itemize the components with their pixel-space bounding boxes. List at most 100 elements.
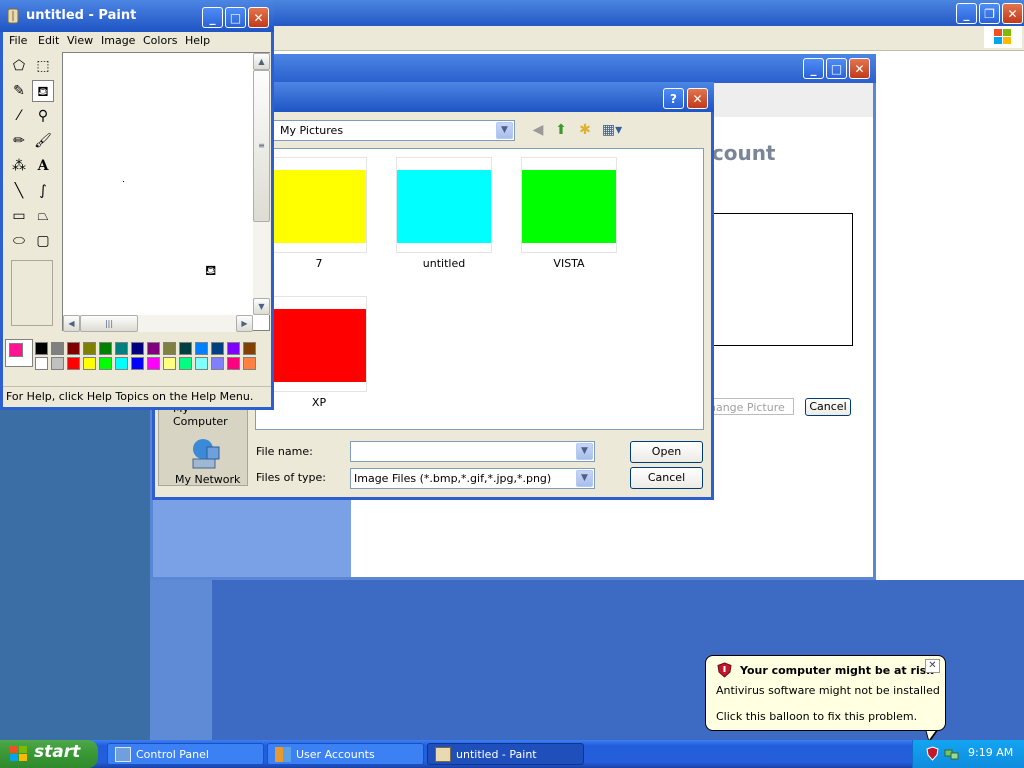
palette-color-swatch[interactable] bbox=[99, 357, 112, 370]
palette-color-swatch[interactable] bbox=[99, 342, 112, 355]
palette-color-swatch[interactable] bbox=[211, 357, 224, 370]
palette-color-swatch[interactable] bbox=[179, 342, 192, 355]
text-tool-icon[interactable]: A bbox=[32, 155, 54, 177]
palette-color-swatch[interactable] bbox=[131, 342, 144, 355]
rounded-rectangle-icon[interactable]: ▢ bbox=[32, 230, 54, 252]
palette-color-swatch[interactable] bbox=[227, 357, 240, 370]
new-folder-icon[interactable]: ✱ bbox=[576, 121, 594, 139]
file-label[interactable]: VISTA bbox=[509, 257, 629, 270]
palette-color-swatch[interactable] bbox=[163, 357, 176, 370]
curve-icon[interactable]: ∫ bbox=[32, 180, 54, 202]
airbrush-icon[interactable]: ⁂ bbox=[8, 155, 30, 177]
palette-color-swatch[interactable] bbox=[67, 342, 80, 355]
file-name-input[interactable]: ▼ bbox=[350, 441, 595, 462]
drawing-canvas[interactable]: ⛾ bbox=[62, 52, 270, 331]
ellipse-icon[interactable]: ⬭ bbox=[8, 230, 30, 252]
palette-color-swatch[interactable] bbox=[163, 342, 176, 355]
palette-color-swatch[interactable] bbox=[147, 342, 160, 355]
file-label[interactable]: untitled bbox=[384, 257, 504, 270]
chevron-down-icon[interactable]: ▼ bbox=[576, 443, 593, 460]
menu-colors[interactable]: Colors bbox=[143, 34, 177, 47]
close-icon[interactable]: ✕ bbox=[925, 659, 940, 673]
close-button[interactable]: ✕ bbox=[248, 7, 269, 28]
rect-select-icon[interactable]: ⬚ bbox=[32, 55, 54, 77]
file-label[interactable]: 7 bbox=[259, 257, 379, 270]
maximize-button[interactable]: ❐ bbox=[979, 3, 1000, 24]
file-list[interactable]: 7 untitled VISTA XP bbox=[255, 148, 704, 430]
taskbar-button-paint[interactable]: untitled - Paint bbox=[427, 743, 584, 765]
polygon-icon[interactable]: ⏢ bbox=[32, 205, 54, 227]
place-my-network[interactable]: My Network bbox=[175, 473, 240, 486]
magnifier-icon[interactable]: ⚲ bbox=[32, 105, 54, 127]
scroll-right-icon[interactable]: ▶ bbox=[236, 315, 253, 332]
minimize-button[interactable]: _ bbox=[803, 58, 824, 79]
eraser-icon[interactable]: ✎ bbox=[8, 80, 30, 102]
scroll-up-icon[interactable]: ▲ bbox=[253, 53, 270, 70]
close-button[interactable]: ✕ bbox=[1002, 3, 1023, 24]
palette-color-swatch[interactable] bbox=[131, 357, 144, 370]
horizontal-scrollbar[interactable]: ◀ ||| ▶ bbox=[63, 315, 253, 332]
palette-color-swatch[interactable] bbox=[115, 342, 128, 355]
pencil-icon[interactable]: ✏ bbox=[8, 130, 30, 152]
color-picker-icon[interactable]: ⁄ bbox=[8, 105, 30, 127]
scroll-down-icon[interactable]: ▼ bbox=[253, 298, 270, 315]
minimize-button[interactable]: _ bbox=[956, 3, 977, 24]
file-type-dropdown[interactable]: Image Files (*.bmp,*.gif,*.jpg,*.png) ▼ bbox=[350, 468, 595, 489]
line-icon[interactable]: ╲ bbox=[8, 180, 30, 202]
scroll-thumb[interactable]: ||| bbox=[80, 315, 138, 332]
menu-file[interactable]: File bbox=[9, 34, 27, 47]
foreground-color-swatch[interactable] bbox=[9, 343, 23, 357]
maximize-button[interactable]: □ bbox=[826, 58, 847, 79]
palette-color-swatch[interactable] bbox=[51, 342, 64, 355]
minimize-button[interactable]: _ bbox=[202, 7, 223, 28]
taskbar-button-user-accounts[interactable]: User Accounts bbox=[267, 743, 424, 765]
back-icon[interactable]: ◀ bbox=[529, 121, 547, 139]
brush-icon[interactable]: 🖌 bbox=[32, 130, 54, 152]
change-picture-button[interactable]: hange Picture bbox=[704, 398, 794, 415]
file-label[interactable]: XP bbox=[259, 396, 379, 409]
maximize-button[interactable]: □ bbox=[225, 7, 246, 28]
paint-titlebar[interactable]: untitled - Paint _ □ ✕ bbox=[0, 0, 274, 32]
palette-color-swatch[interactable] bbox=[227, 342, 240, 355]
scroll-left-icon[interactable]: ◀ bbox=[63, 315, 80, 332]
menu-image[interactable]: Image bbox=[101, 34, 135, 47]
file-thumbnail[interactable] bbox=[271, 296, 367, 392]
palette-color-swatch[interactable] bbox=[243, 342, 256, 355]
palette-color-swatch[interactable] bbox=[35, 357, 48, 370]
menu-edit[interactable]: Edit bbox=[38, 34, 59, 47]
palette-color-swatch[interactable] bbox=[115, 357, 128, 370]
cancel-button[interactable]: Cancel bbox=[630, 467, 703, 489]
views-menu-icon[interactable]: ▦▾ bbox=[600, 121, 624, 139]
palette-color-swatch[interactable] bbox=[35, 342, 48, 355]
menu-help[interactable]: Help bbox=[185, 34, 210, 47]
security-shield-icon[interactable] bbox=[926, 746, 939, 761]
close-button[interactable]: ✕ bbox=[687, 88, 708, 109]
palette-color-swatch[interactable] bbox=[67, 357, 80, 370]
palette-color-swatch[interactable] bbox=[83, 342, 96, 355]
palette-color-swatch[interactable] bbox=[243, 357, 256, 370]
cancel-button[interactable]: Cancel bbox=[805, 398, 851, 416]
vertical-scrollbar[interactable]: ▲ ≡ ▼ bbox=[253, 53, 270, 315]
open-button[interactable]: Open bbox=[630, 441, 703, 463]
palette-color-swatch[interactable] bbox=[195, 342, 208, 355]
close-button[interactable]: ✕ bbox=[849, 58, 870, 79]
rectangle-icon[interactable]: ▭ bbox=[8, 205, 30, 227]
file-thumbnail[interactable] bbox=[521, 157, 617, 253]
chevron-down-icon[interactable]: ▼ bbox=[576, 470, 593, 487]
palette-color-swatch[interactable] bbox=[147, 357, 160, 370]
help-button[interactable]: ? bbox=[663, 88, 684, 109]
file-thumbnail[interactable] bbox=[271, 157, 367, 253]
look-in-dropdown[interactable]: My Pictures ▼ bbox=[255, 120, 515, 141]
fill-bucket-icon[interactable]: ⛾ bbox=[32, 80, 54, 102]
scroll-thumb[interactable]: ≡ bbox=[253, 70, 270, 222]
palette-color-swatch[interactable] bbox=[51, 357, 64, 370]
palette-color-swatch[interactable] bbox=[83, 357, 96, 370]
taskbar-button-control-panel[interactable]: Control Panel bbox=[107, 743, 264, 765]
palette-color-swatch[interactable] bbox=[195, 357, 208, 370]
palette-color-swatch[interactable] bbox=[179, 357, 192, 370]
up-folder-icon[interactable]: ⬆ bbox=[552, 121, 570, 139]
palette-color-swatch[interactable] bbox=[211, 342, 224, 355]
tool-options-box[interactable] bbox=[11, 260, 53, 326]
free-select-icon[interactable]: ⬠ bbox=[8, 55, 30, 77]
menu-view[interactable]: View bbox=[67, 34, 93, 47]
